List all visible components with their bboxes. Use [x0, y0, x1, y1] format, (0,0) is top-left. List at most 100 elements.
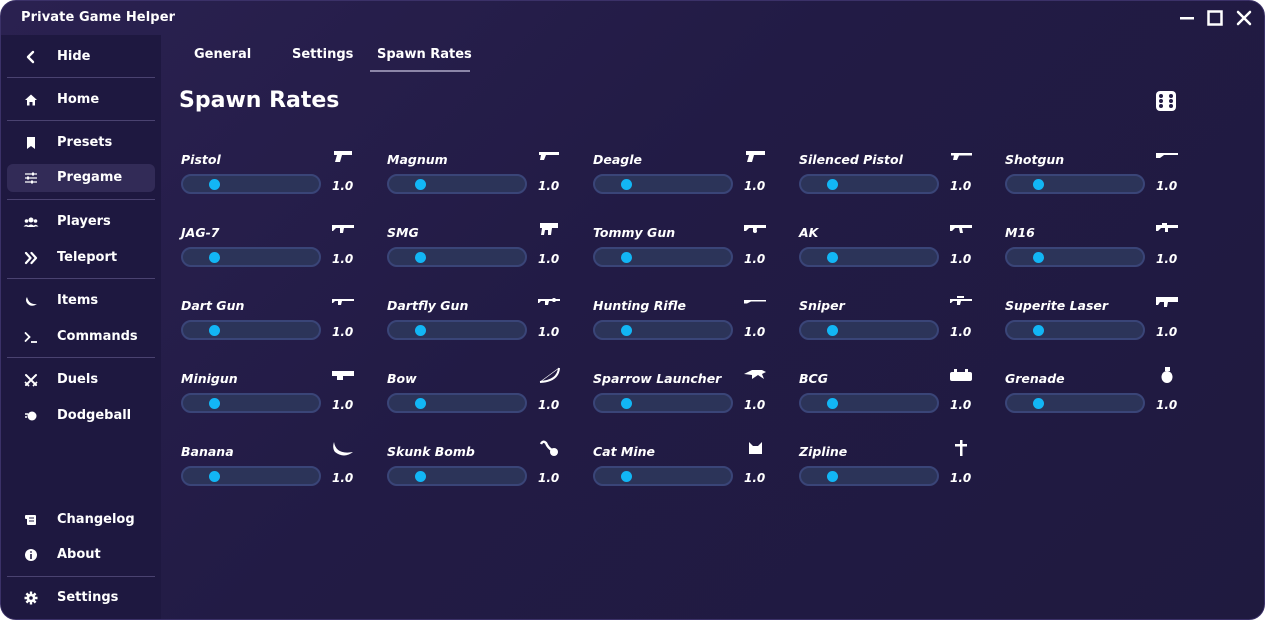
slider-handle[interactable]: [1033, 325, 1044, 336]
dice-icon[interactable]: [1156, 91, 1176, 111]
sidebar-item-players[interactable]: Players: [7, 208, 155, 236]
sidebar-item-changelog[interactable]: Changelog: [7, 506, 155, 534]
spawn-rate-card: Dart Gun 1.0: [181, 298, 361, 358]
spawn-rate-slider[interactable]: [181, 466, 321, 486]
sidebar-item-commands[interactable]: Commands: [7, 323, 155, 351]
spawn-rate-card: Sparrow Launcher 1.0: [593, 370, 773, 431]
sidebar-item-items[interactable]: Items: [7, 287, 155, 315]
tab-spawn-rates[interactable]: Spawn Rates: [377, 47, 472, 71]
slider-handle[interactable]: [209, 179, 220, 190]
banana-icon: [333, 442, 353, 456]
spawn-rate-card: Silenced Pistol 1.0: [799, 152, 979, 212]
slider-handle[interactable]: [209, 252, 220, 263]
spawn-rate-slider[interactable]: [799, 466, 939, 486]
spawn-rate-slider[interactable]: [181, 393, 321, 413]
slider-handle[interactable]: [827, 325, 838, 336]
title-bar: Private Game Helper: [1, 1, 1264, 35]
slider-handle[interactable]: [621, 398, 632, 409]
spawn-rate-slider[interactable]: [593, 466, 733, 486]
slider-handle[interactable]: [827, 398, 838, 409]
spawn-rate-slider[interactable]: [593, 247, 733, 267]
spawn-rate-slider[interactable]: [1005, 393, 1145, 413]
slider-handle[interactable]: [827, 179, 838, 190]
spawn-rate-card: Dartfly Gun 1.0: [387, 298, 567, 358]
spawn-rate-slider[interactable]: [593, 393, 733, 413]
sidebar-item-duels[interactable]: Duels: [7, 366, 155, 394]
slider-handle[interactable]: [621, 252, 632, 263]
spawn-rate-slider[interactable]: [387, 174, 527, 194]
weapon-name: M16: [1005, 225, 1035, 240]
tab-settings[interactable]: Settings: [292, 47, 353, 71]
weapon-name: Pistol: [181, 152, 221, 167]
app-title: Private Game Helper: [21, 10, 176, 25]
close-button[interactable]: [1231, 6, 1257, 30]
spawn-rate-slider[interactable]: [181, 174, 321, 194]
sidebar-item-presets[interactable]: Presets: [7, 129, 155, 157]
spawn-rate-slider[interactable]: [593, 320, 733, 340]
spawn-rate-value: 1.0: [538, 179, 560, 193]
slider-handle[interactable]: [415, 179, 426, 190]
scroll-icon: [23, 512, 39, 528]
slider-handle[interactable]: [621, 325, 632, 336]
grenade-icon: [1161, 367, 1173, 383]
shotgun-icon: [1156, 153, 1178, 158]
spawn-rate-slider[interactable]: [387, 466, 527, 486]
weapon-name: Cat Mine: [593, 444, 656, 459]
sidebar-divider: [7, 357, 155, 358]
spawn-rate-value: 1.0: [744, 179, 766, 193]
slider-handle[interactable]: [827, 471, 838, 482]
maximize-button[interactable]: [1202, 6, 1228, 30]
weapon-name: Sparrow Launcher: [593, 371, 722, 386]
spawn-rate-slider[interactable]: [799, 320, 939, 340]
spawn-rate-slider[interactable]: [181, 247, 321, 267]
weapon-name: Shotgun: [1005, 152, 1065, 167]
spawn-rate-card: Magnum 1.0: [387, 152, 567, 212]
sidebar-item-home[interactable]: Home: [7, 86, 155, 114]
spawn-rate-card: Shotgun 1.0: [1005, 152, 1185, 212]
sidebar-item-hide[interactable]: Hide: [7, 43, 155, 71]
slider-handle[interactable]: [621, 471, 632, 482]
slider-handle[interactable]: [1033, 179, 1044, 190]
spawn-rate-slider[interactable]: [799, 247, 939, 267]
slider-handle[interactable]: [415, 398, 426, 409]
sidebar-item-settings[interactable]: Settings: [7, 584, 155, 612]
tab-general[interactable]: General: [194, 47, 251, 71]
spawn-rate-value: 1.0: [332, 398, 354, 412]
spawn-rate-slider[interactable]: [593, 174, 733, 194]
sidebar-divider: [7, 120, 155, 121]
sidebar-item-teleport[interactable]: Teleport: [7, 244, 155, 272]
spawn-rate-slider[interactable]: [1005, 174, 1145, 194]
slider-handle[interactable]: [415, 325, 426, 336]
slider-handle[interactable]: [209, 471, 220, 482]
slider-handle[interactable]: [415, 252, 426, 263]
spawn-rate-slider[interactable]: [799, 393, 939, 413]
spawn-rate-card: Skunk Bomb 1.0: [387, 440, 567, 504]
weapon-name: BCG: [799, 371, 828, 386]
weapon-name: Minigun: [181, 371, 238, 386]
spawn-rate-slider[interactable]: [181, 320, 321, 340]
sidebar-item-label: Items: [57, 293, 99, 308]
sidebar-item-label: Home: [57, 92, 100, 107]
spawn-rate-slider[interactable]: [387, 393, 527, 413]
sidebar-item-about[interactable]: About: [7, 541, 155, 569]
slider-handle[interactable]: [209, 398, 220, 409]
sidebar-item-pregame[interactable]: Pregame: [7, 164, 155, 192]
slider-handle[interactable]: [827, 252, 838, 263]
slider-handle[interactable]: [415, 471, 426, 482]
slider-handle[interactable]: [209, 325, 220, 336]
spawn-rate-slider[interactable]: [387, 320, 527, 340]
spawn-rate-slider[interactable]: [387, 247, 527, 267]
spawn-rate-slider[interactable]: [1005, 320, 1145, 340]
spawn-rate-card: Pistol 1.0: [181, 151, 361, 212]
slider-handle[interactable]: [1033, 398, 1044, 409]
page-title: Spawn Rates: [179, 88, 340, 113]
minimize-button[interactable]: [1174, 6, 1200, 30]
weapon-name: SMG: [387, 225, 419, 240]
spawn-rate-slider[interactable]: [799, 174, 939, 194]
slider-handle[interactable]: [1033, 252, 1044, 263]
maximize-icon: [1207, 10, 1223, 26]
slider-handle[interactable]: [621, 179, 632, 190]
sidebar-item-dodgeball[interactable]: Dodgeball: [7, 402, 155, 430]
sidebar-divider: [7, 576, 155, 577]
spawn-rate-slider[interactable]: [1005, 247, 1145, 267]
